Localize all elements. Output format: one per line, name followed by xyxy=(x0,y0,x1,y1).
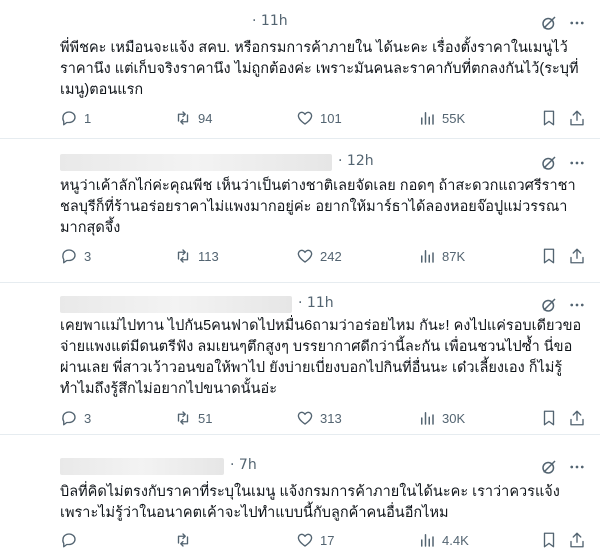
share-button[interactable] xyxy=(568,108,586,128)
repost-count: 51 xyxy=(198,410,213,426)
share-icon xyxy=(570,110,584,126)
like-count: 17 xyxy=(320,532,335,548)
reply-button[interactable]: 3 xyxy=(60,246,91,266)
post-timestamp[interactable]: 12h xyxy=(338,153,374,169)
reply-post[interactable]: 11h เคยพาแม่ไปทาน ไปกัน5คนฟาดไปหมื่น6ถาม… xyxy=(0,282,600,435)
post-actions: 17 4.4K xyxy=(60,530,590,550)
like-button[interactable]: 242 xyxy=(296,246,342,266)
share-icon xyxy=(570,248,584,264)
post-header: 11h xyxy=(60,10,590,30)
reply-post[interactable]: 7h บิลที่คิดไม่ตรงกับราคาที่ระบุในเมนู แ… xyxy=(0,434,600,553)
repost-icon xyxy=(177,111,189,125)
share-icon xyxy=(570,532,584,548)
post-timestamp[interactable]: 11h xyxy=(252,13,288,29)
views-button[interactable]: 4.4K xyxy=(418,530,469,550)
more-icon[interactable] xyxy=(568,14,586,32)
like-button[interactable]: 101 xyxy=(296,108,342,128)
author-name-redacted xyxy=(60,154,332,171)
views-count: 55K xyxy=(442,110,466,126)
reply-post[interactable]: 11h พี่พีชคะ เหมือนจะแจ้ง สคบ. หรือกรมกา… xyxy=(0,0,600,139)
author-name-redacted xyxy=(60,458,224,475)
bookmark-button[interactable] xyxy=(540,108,558,128)
bookmark-button[interactable] xyxy=(540,408,558,428)
reply-post[interactable]: 12h หนูว่าเค้าลักไก่ค่ะคุณพีช เห็นว่าเป็… xyxy=(0,138,600,283)
post-header: 12h xyxy=(60,150,590,172)
reply-count: 3 xyxy=(84,410,92,426)
repost-button[interactable] xyxy=(174,530,198,550)
post-timestamp[interactable]: 7h xyxy=(230,457,257,473)
repost-button[interactable]: 113 xyxy=(174,246,219,266)
post-actions: 3 113 242 87K xyxy=(60,246,590,266)
views-button[interactable]: 30K xyxy=(418,408,465,428)
reply-icon xyxy=(62,249,76,264)
bookmark-button[interactable] xyxy=(540,530,558,550)
post-header: 11h xyxy=(60,292,590,314)
reply-button[interactable] xyxy=(60,530,84,550)
repost-icon xyxy=(177,249,189,263)
more-icon[interactable] xyxy=(568,458,586,476)
reply-icon xyxy=(62,111,76,126)
bookmark-button[interactable] xyxy=(540,246,558,266)
post-header: 7h xyxy=(60,454,590,476)
like-button[interactable]: 313 xyxy=(296,408,342,428)
share-icon xyxy=(570,410,584,426)
heart-icon xyxy=(297,533,313,547)
more-icon[interactable] xyxy=(568,154,586,172)
reply-count: 3 xyxy=(84,248,92,264)
views-count: 30K xyxy=(442,410,466,426)
reply-icon xyxy=(62,533,76,548)
share-button[interactable] xyxy=(568,408,586,428)
like-count: 101 xyxy=(320,110,342,126)
post-timestamp[interactable]: 11h xyxy=(298,295,334,311)
grok-icon[interactable] xyxy=(540,154,558,172)
repost-count: 94 xyxy=(198,110,213,126)
reply-button[interactable]: 3 xyxy=(60,408,91,428)
views-count: 87K xyxy=(442,248,466,264)
more-icon[interactable] xyxy=(568,296,586,314)
share-button[interactable] xyxy=(568,530,586,550)
reply-count: 1 xyxy=(84,110,92,126)
repost-button[interactable]: 51 xyxy=(174,408,212,428)
views-count: 4.4K xyxy=(442,532,469,548)
bookmark-icon xyxy=(543,410,555,426)
views-icon xyxy=(421,412,434,425)
grok-icon[interactable] xyxy=(540,458,558,476)
post-text: หนูว่าเค้าลักไก่ค่ะคุณพีช เห็นว่าเป็นต่า… xyxy=(60,178,576,236)
post-text: บิลที่คิดไม่ตรงกับราคาที่ระบุในเมนู แจ้ง… xyxy=(60,484,560,521)
views-icon xyxy=(421,250,434,263)
post-actions: 3 51 313 30K xyxy=(60,408,590,428)
repost-icon xyxy=(177,411,189,425)
reply-button[interactable]: 1 xyxy=(60,108,91,128)
author-name-redacted xyxy=(60,296,292,313)
views-button[interactable]: 87K xyxy=(418,246,465,266)
views-icon xyxy=(421,112,434,125)
heart-icon xyxy=(297,111,313,125)
bookmark-icon xyxy=(543,110,555,126)
heart-icon xyxy=(297,249,313,263)
repost-icon xyxy=(177,533,189,547)
grok-icon[interactable] xyxy=(540,296,558,314)
share-button[interactable] xyxy=(568,246,586,266)
post-actions: 1 94 101 55K xyxy=(60,108,590,128)
like-count: 313 xyxy=(320,410,342,426)
reply-feed: 11h พี่พีชคะ เหมือนจะแจ้ง สคบ. หรือกรมกา… xyxy=(0,0,600,553)
bookmark-icon xyxy=(543,532,555,548)
views-icon xyxy=(421,534,434,547)
repost-button[interactable]: 94 xyxy=(174,108,212,128)
reply-icon xyxy=(62,411,76,426)
heart-icon xyxy=(297,411,313,425)
post-text: พี่พีชคะ เหมือนจะแจ้ง สคบ. หรือกรมการค้า… xyxy=(60,40,579,98)
repost-count: 113 xyxy=(198,248,219,264)
like-count: 242 xyxy=(320,248,342,264)
post-text: เคยพาแม่ไปทาน ไปกัน5คนฟาดไปหมื่น6ถามว่าอ… xyxy=(60,318,582,397)
bookmark-icon xyxy=(543,248,555,264)
grok-icon[interactable] xyxy=(540,14,558,32)
like-button[interactable]: 17 xyxy=(296,530,334,550)
views-button[interactable]: 55K xyxy=(418,108,465,128)
